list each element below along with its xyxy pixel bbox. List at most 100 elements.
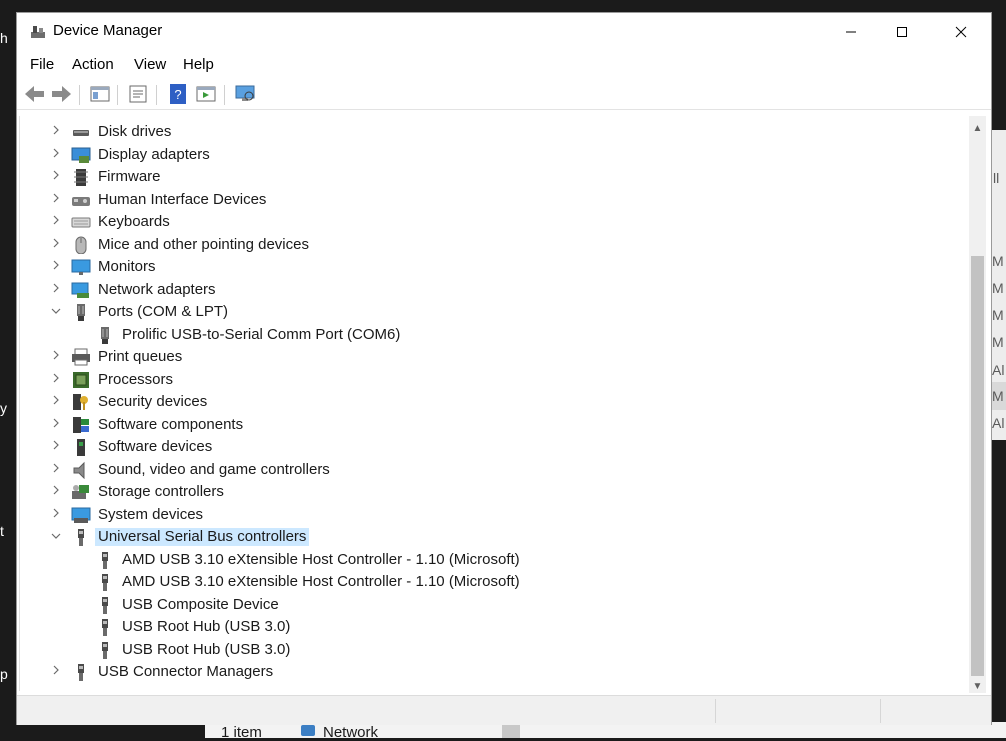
chevron-right-icon[interactable]	[50, 147, 62, 163]
chevron-right-icon[interactable]	[50, 664, 62, 680]
close-button[interactable]	[932, 13, 990, 51]
tree-item[interactable]: Sound, video and game controllers	[20, 459, 970, 481]
background-text: ll	[993, 170, 1000, 186]
scan-hardware-icon[interactable]	[233, 83, 257, 105]
chevron-down-icon[interactable]	[50, 304, 62, 320]
usb-icon	[102, 641, 108, 659]
tree-item-label: Network adapters	[98, 280, 216, 298]
background-text: p	[0, 666, 8, 682]
scrollbar-thumb[interactable]	[971, 256, 984, 676]
tree-item[interactable]: AMD USB 3.10 eXtensible Host Controller …	[20, 571, 970, 593]
chevron-right-icon[interactable]	[50, 237, 62, 253]
tree-item-label: Storage controllers	[98, 483, 224, 500]
chevron-right-icon[interactable]	[50, 484, 62, 500]
display-adapter-icon	[71, 147, 91, 163]
chevron-right-icon[interactable]	[50, 439, 62, 455]
background-text: t	[0, 523, 4, 539]
tree-item[interactable]: Prolific USB-to-Serial Comm Port (COM6)	[20, 324, 970, 346]
vertical-scrollbar[interactable]: ▲ ▼	[969, 116, 986, 693]
tree-item[interactable]: Ports (COM & LPT)	[20, 301, 970, 323]
properties-icon[interactable]	[126, 83, 150, 105]
menu-view[interactable]: View	[134, 56, 166, 73]
tree-item[interactable]: USB Root Hub (USB 3.0)	[20, 616, 970, 638]
tree-item[interactable]: Human Interface Devices	[20, 189, 970, 211]
tree-item[interactable]: Display adapters	[20, 144, 970, 166]
update-driver-icon[interactable]	[194, 83, 218, 105]
tree-item[interactable]: Security devices	[20, 391, 970, 413]
hid-icon	[72, 196, 90, 206]
tree-item[interactable]: Software components	[20, 414, 970, 436]
tree-item-label: AMD USB 3.10 eXtensible Host Controller …	[122, 550, 520, 568]
background-text: y	[0, 400, 7, 416]
chevron-right-icon[interactable]	[50, 259, 62, 275]
chevron-right-icon[interactable]	[50, 282, 62, 298]
tree-item[interactable]: Software devices	[20, 436, 970, 458]
title-bar[interactable]: Device Manager	[17, 13, 991, 51]
maximize-button[interactable]	[873, 13, 931, 51]
tree-item-label: Mice and other pointing devices	[98, 235, 309, 253]
chevron-right-icon[interactable]	[50, 192, 62, 208]
chevron-right-icon[interactable]	[50, 394, 62, 410]
chevron-right-icon[interactable]	[50, 169, 62, 185]
firmware-icon	[74, 169, 88, 186]
scroll-up-arrow-icon[interactable]: ▲	[969, 120, 986, 137]
tree-item[interactable]: Network adapters	[20, 279, 970, 301]
toolbar-separator	[117, 85, 118, 105]
background-text: M	[992, 334, 1004, 350]
storage-controller-icon	[72, 485, 89, 499]
mouse-icon	[75, 236, 87, 254]
chevron-right-icon[interactable]	[50, 349, 62, 365]
minimize-icon	[846, 31, 856, 33]
tree-item[interactable]: Processors	[20, 369, 970, 391]
toolbar: ?	[17, 79, 991, 110]
tree-item-label: Universal Serial Bus controllers	[95, 528, 310, 546]
tree-item[interactable]: Disk drives	[20, 121, 970, 143]
help-icon[interactable]: ?	[166, 83, 190, 105]
speaker-icon	[73, 461, 85, 479]
chevron-right-icon[interactable]	[50, 417, 62, 433]
tree-item[interactable]: Firmware	[20, 166, 970, 188]
show-hide-console-tree-icon[interactable]	[88, 83, 112, 105]
status-divider	[715, 699, 716, 723]
software-device-icon	[77, 439, 85, 456]
security-device-icon	[73, 394, 88, 410]
chevron-right-icon[interactable]	[50, 372, 62, 388]
tree-item[interactable]: Print queues	[20, 346, 970, 368]
tree-item-label: Software devices	[98, 438, 213, 455]
svg-text:?: ?	[174, 87, 181, 102]
toolbar-separator	[156, 85, 157, 105]
device-manager-window: Device Manager File Action View Help ? D…	[16, 12, 992, 725]
menu-file[interactable]: File	[30, 56, 54, 73]
tree-item[interactable]: Monitors	[20, 256, 970, 278]
system-device-icon	[71, 507, 91, 523]
background-text: M	[992, 253, 1004, 269]
usb-icon	[102, 574, 108, 591]
tree-item[interactable]: System devices	[20, 504, 970, 526]
chevron-right-icon[interactable]	[50, 507, 62, 523]
tree-item-label: Human Interface Devices	[98, 190, 267, 208]
tree-item[interactable]: USB Connector Managers	[20, 661, 970, 683]
tree-item[interactable]: USB Root Hub (USB 3.0)	[20, 639, 970, 661]
chevron-down-icon[interactable]	[50, 529, 62, 545]
minimize-button[interactable]	[822, 13, 880, 51]
tree-item[interactable]: Keyboards	[20, 211, 970, 233]
tree-item-label: Processors	[98, 370, 174, 388]
scroll-down-arrow-icon[interactable]: ▼	[969, 678, 986, 695]
chevron-right-icon[interactable]	[50, 462, 62, 478]
menu-help[interactable]: Help	[183, 56, 214, 73]
chevron-right-icon[interactable]	[50, 124, 62, 140]
tree-item-label: USB Connector Managers	[98, 663, 274, 680]
chevron-right-icon[interactable]	[50, 214, 62, 230]
forward-arrow-icon[interactable]	[49, 83, 73, 105]
tree-item-label: Print queues	[98, 348, 183, 365]
tree-item[interactable]: Storage controllers	[20, 481, 970, 503]
tree-item[interactable]: Universal Serial Bus controllers	[20, 526, 970, 548]
tree-item[interactable]: AMD USB 3.10 eXtensible Host Controller …	[20, 549, 970, 571]
menu-action[interactable]: Action	[72, 56, 114, 73]
tree-item[interactable]: USB Composite Device	[20, 594, 970, 616]
tree-item-label: Prolific USB-to-Serial Comm Port (COM6)	[122, 325, 401, 343]
device-tree[interactable]: Disk drives Display adapters Firmware Human…	[19, 116, 970, 691]
back-arrow-icon[interactable]	[23, 83, 47, 105]
software-component-icon	[73, 416, 89, 433]
tree-item[interactable]: Mice and other pointing devices	[20, 234, 970, 256]
